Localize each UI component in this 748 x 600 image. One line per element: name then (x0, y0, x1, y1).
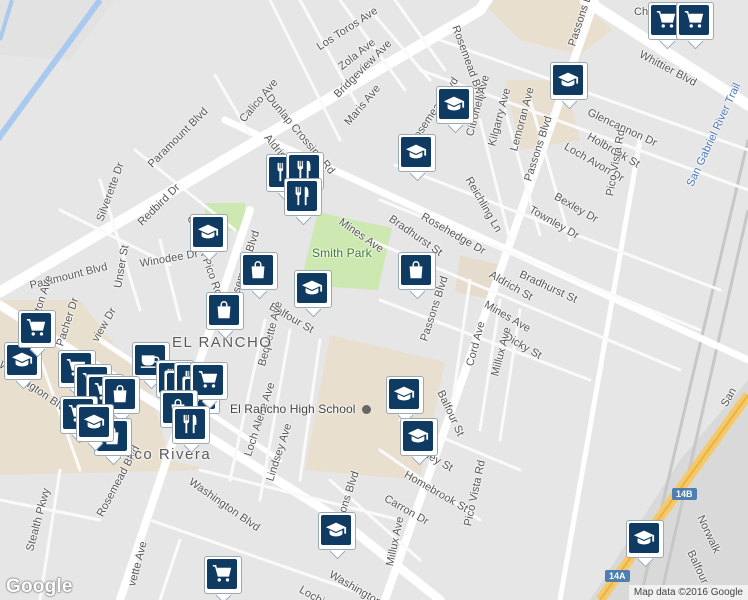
school-icon (297, 273, 327, 303)
shopping-bag-icon (243, 255, 273, 285)
map-marker[interactable] (550, 62, 588, 110)
school-icon (193, 217, 223, 247)
map-marker[interactable] (206, 292, 244, 340)
restaurant-icon (287, 181, 317, 211)
map-marker[interactable] (240, 252, 278, 300)
shopping-bag-icon (401, 255, 431, 285)
school-icon (629, 523, 659, 553)
map-marker[interactable] (398, 134, 436, 182)
map-marker[interactable] (436, 86, 474, 134)
cart-icon (679, 5, 709, 35)
map-marker[interactable] (172, 406, 210, 454)
school-icon (79, 407, 109, 437)
highway-shield: 14A (605, 570, 630, 582)
school-icon (361, 405, 371, 415)
map-canvas[interactable]: Los Toros Ave Zola Ave Bridgeview Ave Ma… (0, 0, 748, 600)
park-label: Smith Park (312, 246, 372, 260)
map-marker[interactable] (18, 310, 56, 358)
map-marker[interactable] (318, 512, 356, 560)
map-marker[interactable] (400, 418, 438, 466)
street-label: Ch (634, 6, 649, 18)
restaurant-icon (175, 409, 205, 439)
map-marker[interactable] (626, 520, 664, 568)
map-marker[interactable] (284, 178, 322, 226)
school-icon (403, 421, 433, 451)
school-icon (321, 515, 351, 545)
google-logo: Google (6, 576, 73, 597)
school-icon (553, 65, 583, 95)
school-name: El Rancho High School (230, 402, 356, 416)
school-icon (401, 137, 431, 167)
map-marker[interactable] (676, 2, 714, 50)
cart-icon (21, 313, 51, 343)
school-icon (439, 89, 469, 119)
school-icon (389, 379, 419, 409)
map-marker[interactable] (76, 404, 114, 452)
map-marker[interactable] (398, 252, 436, 300)
map-attribution: Map data ©2016 Google (628, 585, 748, 600)
map-marker[interactable] (204, 556, 242, 600)
cart-icon (207, 559, 237, 589)
map-marker[interactable] (386, 376, 424, 424)
map-marker[interactable] (190, 214, 228, 262)
highway-shield: 14B (672, 488, 697, 500)
shopping-bag-icon (209, 295, 239, 325)
school-label: El Rancho High School (230, 402, 371, 416)
map-marker[interactable] (294, 270, 332, 318)
